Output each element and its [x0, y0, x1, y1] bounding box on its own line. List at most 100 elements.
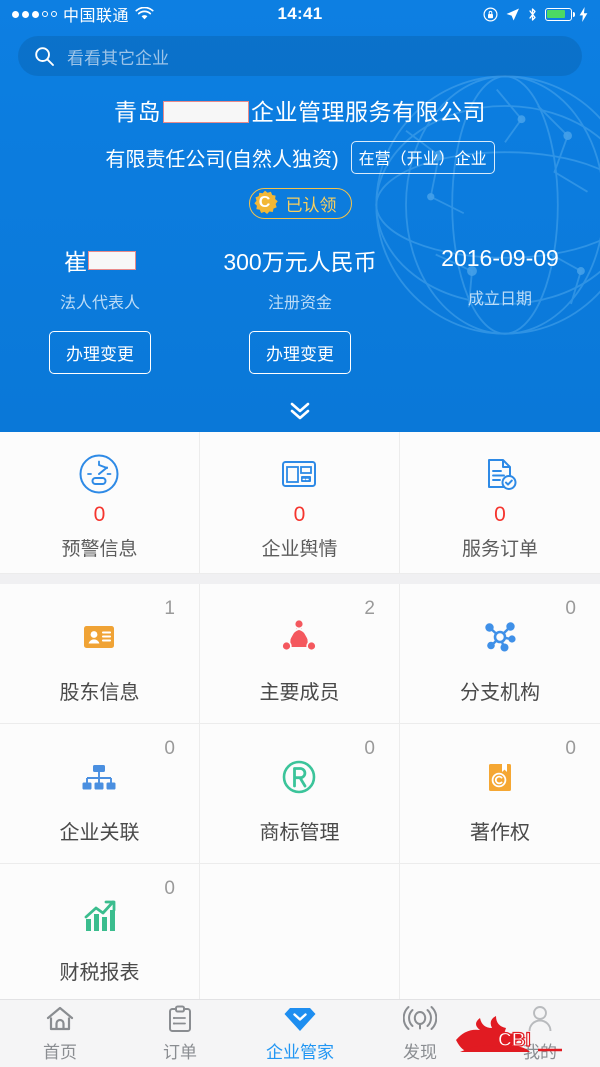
summary-label: 注册资金: [267, 295, 332, 313]
modules-section: 1 股东信息 2 主要成员 0 分支机构 0 企业关联 0 商标管理 0 著作权…: [0, 584, 600, 1004]
redaction-box-name: [163, 101, 249, 124]
module-count: 0: [565, 738, 576, 759]
module-label: 主要成员: [259, 682, 340, 704]
company-summary: 崔 法人代表人 办理变更 300万元人民币 注册资金 办理变更 2016-09-…: [0, 243, 600, 375]
company-identity: 青岛 企业管理服务有限公司 有限责任公司(自然人独资) 在营（开业）企业 C 已…: [0, 98, 600, 221]
tab-orders[interactable]: 订单: [120, 1004, 240, 1063]
module-count: 0: [164, 878, 175, 899]
company-header: 中国联通 14:41 看看其它企业 青岛 企业管理服务有限公司 有限责任公司(自…: [0, 0, 600, 432]
seal-letter: C: [258, 194, 271, 212]
search-input[interactable]: 看看其它企业: [67, 44, 169, 69]
battery-icon: [545, 7, 576, 21]
alert-label: 服务订单: [461, 538, 538, 560]
section-divider: [0, 574, 600, 584]
company-type-label: 有限责任公司(自然人独资): [105, 148, 339, 171]
status-bar: 中国联通 14:41: [0, 0, 600, 28]
module-cell-copyright[interactable]: 0 著作权: [399, 724, 600, 864]
claimed-badge[interactable]: C 已认领: [248, 187, 352, 219]
summary-value: 300万元人民币: [200, 243, 400, 277]
modules-grid: 1 股东信息 2 主要成员 0 分支机构 0 企业关联 0 商标管理 0 著作权…: [0, 584, 600, 1004]
id-card-icon: [77, 610, 121, 664]
summary-item-legal-rep: 崔 法人代表人 办理变更: [0, 243, 200, 375]
radar-icon: [403, 1004, 437, 1034]
tab-profile[interactable]: 我的 CBI: [456, 1004, 600, 1063]
status-right: [483, 6, 588, 22]
location-arrow-icon: [506, 8, 519, 20]
module-cell-empty-1: [199, 864, 400, 1004]
tab-label: 企业管家: [266, 1043, 334, 1062]
module-cell-members[interactable]: 2 主要成员: [199, 584, 400, 724]
module-cell-shareholders[interactable]: 1 股东信息: [0, 584, 200, 724]
tab-label: 发现: [403, 1043, 437, 1062]
home-icon: [45, 1004, 75, 1034]
search-icon: [35, 46, 54, 66]
module-label: 企业关联: [59, 822, 140, 844]
alert-cell-orders[interactable]: 0 服务订单: [399, 432, 600, 574]
summary-label: 法人代表人: [59, 295, 140, 313]
tab-label: 我的: [523, 1043, 557, 1062]
rotation-lock-icon: [483, 6, 498, 22]
module-label: 财税报表: [59, 962, 140, 984]
summary-label: 成立日期: [467, 291, 532, 309]
person-icon: [526, 1004, 554, 1034]
company-type-row: 有限责任公司(自然人独资) 在营（开业）企业: [0, 140, 600, 174]
alert-cell-news[interactable]: 0 企业舆情: [199, 432, 400, 574]
summary-item-capital: 300万元人民币 注册资金 办理变更: [200, 243, 400, 375]
alert-label: 预警信息: [61, 538, 138, 560]
search-bar[interactable]: 看看其它企业: [18, 36, 582, 76]
module-cell-trademark[interactable]: 0 商标管理: [199, 724, 400, 864]
summary-action-slot: 办理变更: [200, 313, 400, 375]
company-name-prefix: 青岛: [114, 99, 161, 125]
summary-action-slot: [400, 309, 600, 353]
alert-cell-warning[interactable]: 0 预警信息: [0, 432, 200, 574]
module-count: 0: [565, 598, 576, 619]
change-button-legal-rep[interactable]: 办理变更: [49, 331, 151, 375]
module-label: 分支机构: [459, 682, 540, 704]
claimed-label: 已认领: [285, 195, 337, 215]
app-screen: 中国联通 14:41 看看其它企业 青岛 企业管理服务有限公司 有限责任公司(自…: [0, 0, 600, 1067]
expand-header-button[interactable]: [0, 400, 600, 427]
org-chart-icon: [77, 750, 121, 804]
alert-count: 0: [293, 502, 306, 526]
alert-count: 0: [494, 502, 506, 526]
summary-item-founded: 2016-09-09 成立日期: [400, 243, 600, 374]
company-name-suffix: 企业管理服务有限公司: [251, 99, 486, 125]
diamond-icon: [283, 1004, 317, 1034]
module-cell-empty-2: [399, 864, 600, 1004]
module-count: 1: [164, 598, 175, 619]
module-label: 商标管理: [259, 822, 340, 844]
tab-discover[interactable]: 发现: [360, 1004, 480, 1063]
module-label: 著作权: [469, 822, 530, 844]
summary-action-slot: 办理变更: [0, 313, 200, 375]
tab-label: 首页: [43, 1043, 77, 1062]
module-cell-relations[interactable]: 0 企业关联: [0, 724, 200, 864]
clipboard-icon: [167, 1004, 193, 1034]
module-cell-branches[interactable]: 0 分支机构: [399, 584, 600, 724]
status-badge: 在营（开业）企业: [350, 140, 495, 174]
trademark-r-icon: [277, 750, 321, 804]
module-cell-finance[interactable]: 0 财税报表: [0, 864, 200, 1004]
copyright-book-icon: [478, 750, 522, 804]
change-button-capital[interactable]: 办理变更: [249, 331, 351, 375]
alert-label: 企业舆情: [261, 538, 338, 560]
members-network-icon: [277, 610, 321, 664]
module-count: 2: [364, 598, 375, 619]
chevron-double-down-icon: [290, 402, 310, 420]
branch-nodes-icon: [478, 610, 522, 664]
summary-value-text: 2016-09-09: [441, 244, 559, 271]
summary-value-text: 崔: [64, 249, 87, 276]
module-count: 0: [164, 738, 175, 759]
growth-chart-icon: [77, 890, 121, 944]
summary-value-text: 300万元人民币: [223, 249, 377, 276]
news-layout-icon: [276, 445, 322, 497]
tab-home[interactable]: 首页: [0, 1004, 120, 1063]
bottom-tab-bar: 首页 订单 企业管家 发现 我的 CBI: [0, 999, 600, 1067]
tab-business-manager[interactable]: 企业管家: [240, 1004, 360, 1063]
redaction-box-legal-rep: [88, 250, 136, 270]
alerts-grid: 0 预警信息 0 企业舆情 0 服务订单: [0, 432, 600, 574]
gauge-icon: [76, 445, 122, 497]
company-name: 青岛 企业管理服务有限公司: [0, 98, 600, 127]
tab-label: 订单: [163, 1043, 197, 1062]
module-label: 股东信息: [59, 682, 140, 704]
charging-bolt-icon: [579, 6, 588, 22]
